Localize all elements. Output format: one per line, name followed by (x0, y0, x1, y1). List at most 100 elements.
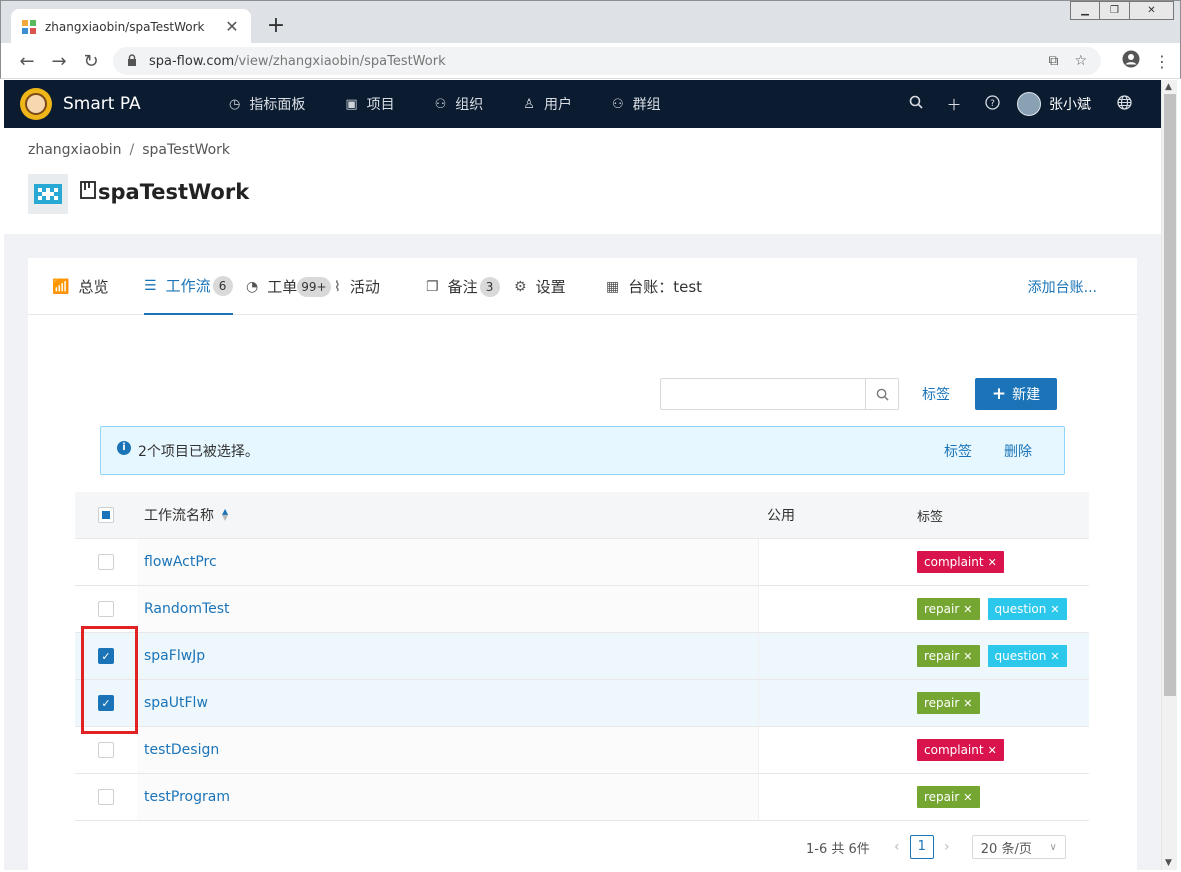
row-checkbox[interactable] (98, 742, 114, 758)
tab-ledger-test[interactable]: ▦ 台账：test (606, 258, 702, 315)
app-name[interactable]: Smart PA (63, 94, 213, 114)
row-checkbox[interactable] (98, 789, 114, 805)
reload-icon[interactable]: ↻ (79, 49, 103, 73)
tab-workflows[interactable]: ☰ 工作流 6 (144, 258, 233, 315)
row-checkbox[interactable] (98, 601, 114, 617)
nav-item-projects[interactable]: ▣ 项目 (345, 94, 394, 114)
bulk-delete-button[interactable]: 删除 (1004, 441, 1032, 461)
tag-chip[interactable]: repair ✕ (917, 645, 980, 667)
tag-chip[interactable]: complaint ✕ (917, 551, 1004, 573)
workflow-public (759, 727, 909, 773)
page-scrollbar[interactable]: ▲ ▼ (1161, 80, 1177, 870)
workflow-name-link[interactable]: flowActPrc (137, 539, 759, 585)
workflow-name-link[interactable]: RandomTest (137, 586, 759, 632)
next-page-icon[interactable]: › (936, 839, 958, 855)
table-row[interactable]: testProgram repair ✕ (75, 774, 1089, 821)
organization-icon: ⚇ (434, 96, 447, 112)
column-header-name[interactable]: 工作流名称 ▲ ▼ (137, 492, 759, 538)
group-icon: ⚇ (611, 96, 624, 112)
table-row[interactable]: ✓ spaFlwJp repair ✕ question ✕ (75, 633, 1089, 680)
workflow-name-link[interactable]: testDesign (137, 727, 759, 773)
column-header-public: 公用 (767, 508, 795, 524)
tag-filter-button[interactable]: 标签 (922, 384, 950, 404)
breadcrumb-project[interactable]: spaTestWork (142, 142, 230, 158)
minimize-icon[interactable]: ▁ (1070, 1, 1100, 20)
tag-chip[interactable]: repair ✕ (917, 598, 980, 620)
maximize-icon[interactable]: ❐ (1100, 1, 1130, 20)
tag-chip[interactable]: repair ✕ (917, 692, 980, 714)
translate-icon[interactable]: ⧉ (1048, 53, 1058, 69)
globe-icon[interactable] (1105, 94, 1143, 114)
remove-tag-icon[interactable]: ✕ (963, 697, 972, 710)
new-tab-icon[interactable]: + (263, 13, 289, 39)
tab-tickets[interactable]: ◔ 工单 99+ (246, 258, 331, 315)
select-all-checkbox[interactable] (98, 507, 114, 523)
tab-settings[interactable]: ⚙ 设置 (514, 258, 566, 315)
browser-menu-icon[interactable]: ⋮ (1154, 52, 1170, 71)
table-row[interactable]: flowActPrc complaint ✕ (75, 539, 1089, 586)
tab-overview[interactable]: 📶 总览 (52, 258, 108, 315)
page-size-select[interactable]: 20 条/页 ∨ (971, 835, 1066, 859)
workflow-name-link[interactable]: testProgram (137, 774, 759, 820)
bookmark-star-icon[interactable]: ☆ (1074, 53, 1087, 69)
scroll-down-icon[interactable]: ▼ (1165, 858, 1172, 868)
prev-page-icon[interactable]: ‹ (886, 839, 908, 855)
workflow-name-link[interactable]: spaFlwJp (137, 633, 759, 679)
profile-icon[interactable] (1122, 50, 1140, 72)
table-row[interactable]: RandomTest repair ✕ question ✕ (75, 586, 1089, 633)
nav-item-organizations[interactable]: ⚇ 组织 (435, 94, 484, 114)
nav-item-groups[interactable]: ⚇ 群组 (612, 94, 661, 114)
app-logo[interactable] (20, 88, 52, 120)
user-menu[interactable]: 张小斌 (1017, 92, 1091, 116)
search-icon[interactable] (897, 95, 935, 113)
sort-icon[interactable]: ▲ ▼ (222, 508, 228, 522)
scrollbar-thumb[interactable] (1164, 94, 1176, 696)
add-ledger-link[interactable]: 添加台账... (1028, 258, 1097, 315)
tag-text: complaint (924, 555, 984, 569)
scroll-up-icon[interactable]: ▲ (1165, 82, 1172, 92)
plus-icon[interactable]: ＋ (935, 94, 973, 115)
remove-tag-icon[interactable]: ✕ (988, 556, 997, 569)
remove-tag-icon[interactable]: ✕ (963, 603, 972, 616)
page-title: spaTestWork (80, 180, 249, 204)
breadcrumb-owner[interactable]: zhangxiaobin (28, 142, 122, 158)
forward-arrow-icon[interactable]: → (47, 49, 71, 73)
close-tab-icon[interactable]: ✕ (223, 17, 241, 36)
nav-item-users[interactable]: ♙ 用户 (523, 94, 572, 114)
url-text: spa-flow.com/view/zhangxiaobin/spaTestWo… (149, 54, 1032, 69)
workflow-tags: repair ✕ (909, 774, 1089, 820)
window-close-icon[interactable]: ✕ (1130, 1, 1174, 20)
workflow-tags: complaint ✕ (909, 539, 1089, 585)
remove-tag-icon[interactable]: ✕ (988, 744, 997, 757)
ticket-icon: ◔ (246, 278, 259, 295)
page-number-current[interactable]: 1 (909, 835, 934, 859)
gear-icon: ⚙ (514, 278, 527, 295)
tag-chip[interactable]: question ✕ (987, 645, 1067, 667)
remove-tag-icon[interactable]: ✕ (963, 650, 972, 663)
table-row[interactable]: testDesign complaint ✕ (75, 727, 1089, 774)
browser-tab[interactable]: zhangxiaobin/spaTestWork ✕ (11, 9, 251, 44)
tag-chip[interactable]: question ✕ (987, 598, 1067, 620)
back-arrow-icon[interactable]: ← (15, 49, 39, 73)
tab-label: 活动 (349, 278, 380, 296)
tab-label: 工单 (267, 278, 298, 296)
help-icon[interactable]: ? (973, 94, 1011, 114)
new-workflow-button[interactable]: + 新建 (975, 378, 1057, 410)
nav-item-dashboard[interactable]: ◷ 指标面板 (229, 94, 305, 114)
tab-label: 备注 (447, 278, 478, 296)
tag-text: repair (924, 649, 960, 663)
remove-tag-icon[interactable]: ✕ (1050, 603, 1059, 616)
workflow-name-link[interactable]: spaUtFlw (137, 680, 759, 726)
bulk-tag-button[interactable]: 标签 (944, 441, 972, 461)
row-checkbox[interactable] (98, 554, 114, 570)
tab-activity[interactable]: ⌇ 活动 (334, 258, 380, 315)
search-button[interactable] (865, 379, 898, 409)
tag-chip[interactable]: repair ✕ (917, 786, 980, 808)
search-input[interactable] (661, 379, 865, 409)
remove-tag-icon[interactable]: ✕ (963, 791, 972, 804)
tag-chip[interactable]: complaint ✕ (917, 739, 1004, 761)
tab-notes[interactable]: ❐ 备注 3 (426, 258, 500, 315)
remove-tag-icon[interactable]: ✕ (1050, 650, 1059, 663)
address-bar[interactable]: spa-flow.com/view/zhangxiaobin/spaTestWo… (113, 47, 1101, 75)
table-row[interactable]: ✓ spaUtFlw repair ✕ (75, 680, 1089, 727)
